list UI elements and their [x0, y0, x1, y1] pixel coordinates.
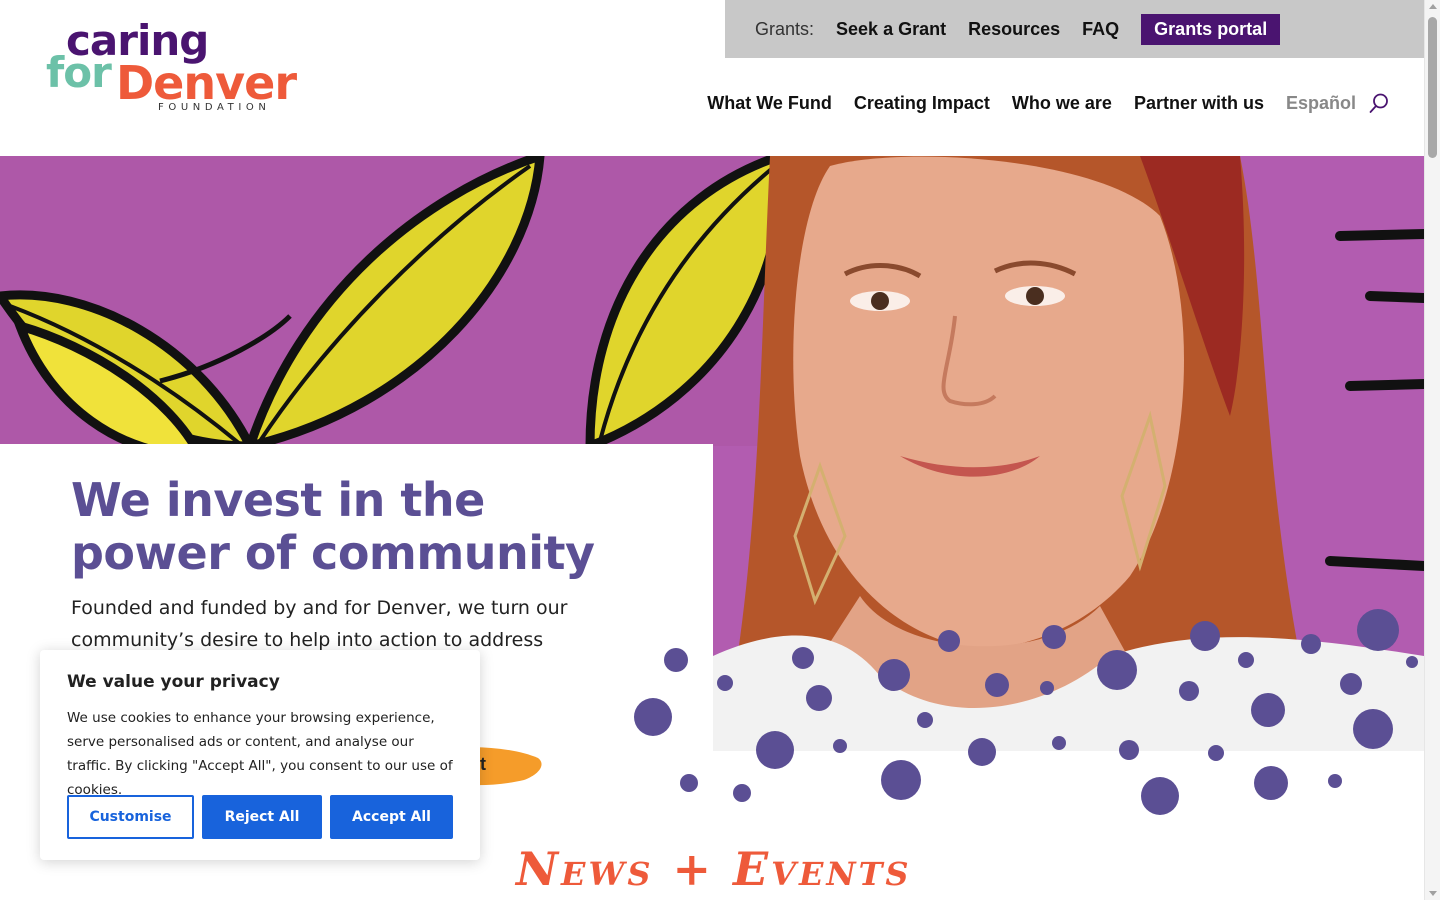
nav-creating-impact[interactable]: Creating Impact: [854, 93, 990, 114]
resources-link[interactable]: Resources: [968, 19, 1060, 40]
cookie-buttons: Customise Reject All Accept All: [67, 795, 453, 839]
cookie-title: We value your privacy: [67, 672, 280, 692]
scroll-up-arrow-icon[interactable]: [1429, 4, 1437, 9]
hero-subtext-body: Founded and funded by and for Denver, we…: [71, 597, 568, 651]
main-nav: What We Fund Creating Impact Who we are …: [707, 92, 1390, 114]
faq-link[interactable]: FAQ: [1082, 19, 1119, 40]
search-icon[interactable]: [1368, 92, 1390, 114]
cookie-body: We use cookies to enhance your browsing …: [67, 710, 453, 798]
scroll-down-arrow-icon[interactable]: [1429, 891, 1437, 896]
logo-for: for: [46, 48, 112, 97]
logo-foundation: FOUNDATION: [158, 102, 271, 113]
news-events-heading: News + Events: [516, 842, 912, 896]
nav-who-we-are[interactable]: Who we are: [1012, 93, 1112, 114]
accept-all-button[interactable]: Accept All: [330, 795, 453, 839]
grants-bar: Grants: Seek a Grant Resources FAQ Grant…: [725, 0, 1424, 58]
reject-all-button[interactable]: Reject All: [202, 795, 322, 839]
page-scrollbar[interactable]: [1424, 0, 1440, 900]
nav-what-we-fund[interactable]: What We Fund: [707, 93, 832, 114]
caring-for-denver-logo[interactable]: caring for Denver FOUNDATION: [46, 18, 297, 118]
hero-headline: We invest in the power of community: [71, 473, 595, 580]
logo-denver: Denver: [116, 56, 297, 110]
nav-partner-with-us[interactable]: Partner with us: [1134, 93, 1264, 114]
scroll-thumb[interactable]: [1428, 17, 1437, 158]
site-header: caring for Denver FOUNDATION Grants: See…: [0, 0, 1424, 156]
seek-a-grant-link[interactable]: Seek a Grant: [836, 19, 946, 40]
cookie-consent-banner: We value your privacy We use cookies to …: [40, 650, 480, 860]
customise-button[interactable]: Customise: [67, 795, 194, 839]
grants-label: Grants:: [755, 18, 815, 39]
nav-language-espanol[interactable]: Español: [1286, 93, 1356, 114]
grants-portal-button[interactable]: Grants portal: [1141, 13, 1281, 45]
